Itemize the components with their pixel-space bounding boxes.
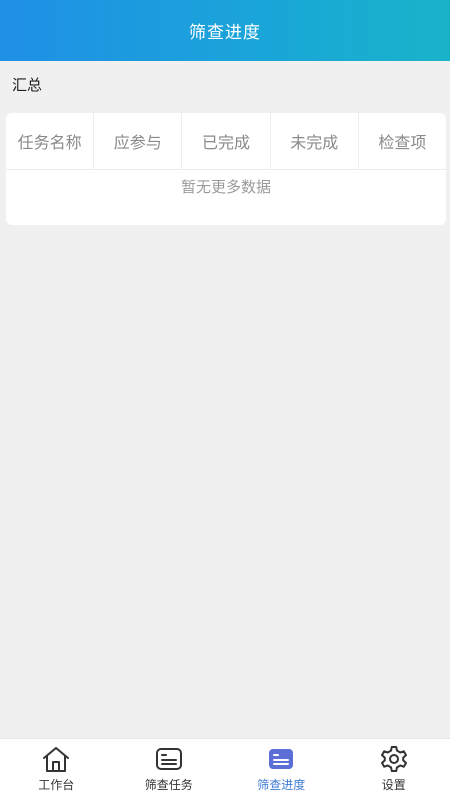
empty-state-text: 暂无更多数据: [6, 176, 446, 197]
tab-label-settings: 设置: [382, 776, 406, 793]
tab-label-screening-task: 筛查任务: [145, 776, 193, 793]
tab-settings[interactable]: 设置: [338, 739, 450, 801]
tab-screening-task[interactable]: 筛查任务: [113, 739, 226, 801]
task-list-icon: [154, 745, 184, 773]
progress-icon: [266, 745, 296, 773]
bottom-tab-bar: 工作台 筛查任务 筛查进度: [0, 738, 450, 801]
column-header-check-items: 检查项: [359, 113, 446, 169]
column-header-incomplete: 未完成: [271, 113, 359, 169]
home-icon: [41, 745, 71, 773]
column-header-expected: 应参与: [94, 113, 182, 169]
summary-table-card: 任务名称 应参与 已完成 未完成 检查项 暂无更多数据: [6, 113, 446, 225]
summary-label: 汇总: [12, 74, 42, 95]
app-header: 筛查进度: [0, 0, 450, 61]
tab-label-workbench: 工作台: [38, 776, 74, 793]
tab-screening-progress[interactable]: 筛查进度: [225, 739, 338, 801]
tab-label-screening-progress: 筛查进度: [257, 776, 305, 793]
page-title: 筛查进度: [189, 18, 261, 43]
column-header-task-name: 任务名称: [6, 113, 94, 169]
column-header-completed: 已完成: [182, 113, 270, 169]
gear-icon: [379, 745, 409, 773]
tab-workbench[interactable]: 工作台: [0, 739, 113, 801]
table-header-row: 任务名称 应参与 已完成 未完成 检查项: [6, 113, 446, 170]
